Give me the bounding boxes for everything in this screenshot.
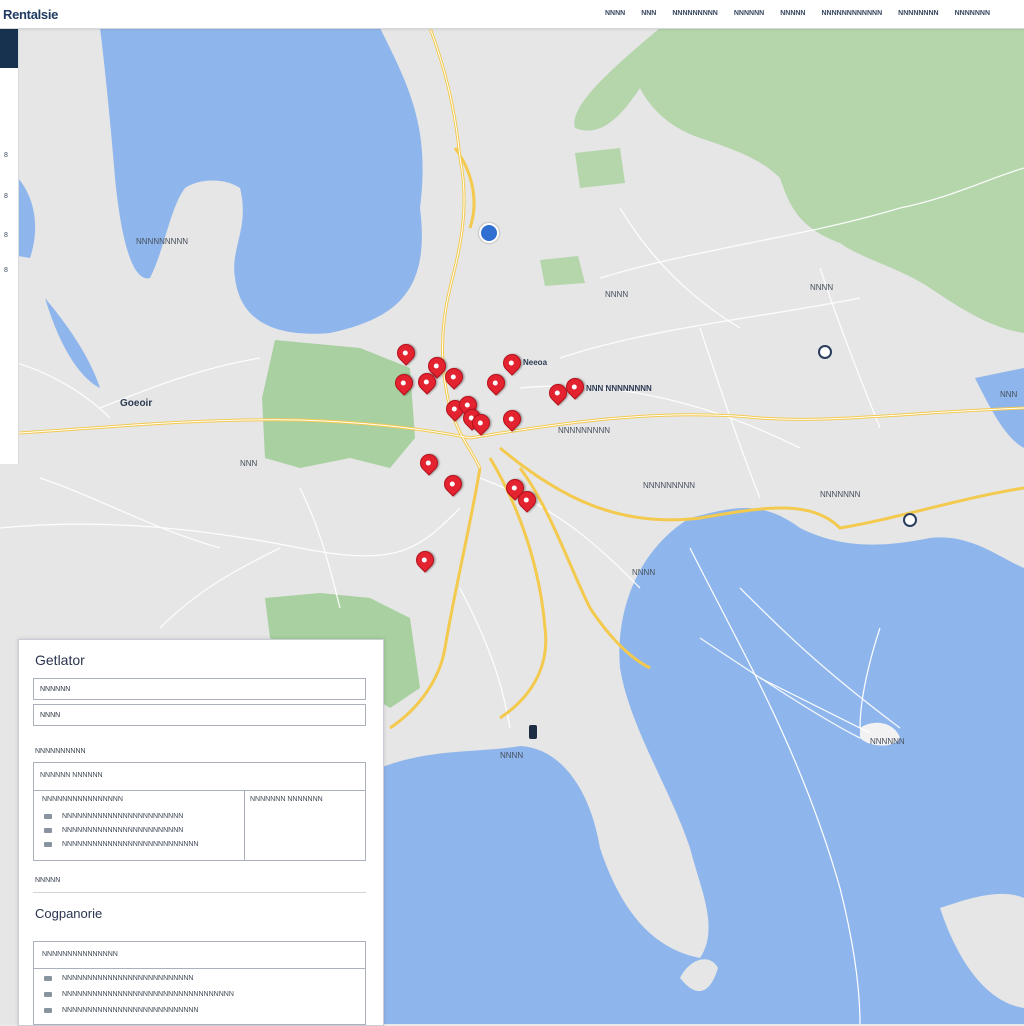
filter-input-2[interactable] (33, 704, 366, 726)
filter-panel: Getlator NNNNNN NNNN NNNNNN NNNN NN NNNN NN… (18, 639, 384, 1026)
filter-input-1[interactable] (33, 678, 366, 700)
box-divider (34, 790, 365, 791)
top-nav: NNNN NNN NNNNNNNNN NNNNNN NNNNN NNNNNNNN… (605, 10, 990, 17)
nav-item[interactable]: NNNNNNN (955, 10, 990, 17)
sidebar-tick[interactable]: 8 (4, 193, 8, 200)
list-item[interactable]: NNNNNNNNNNNNNNNNNNNNNNNN (44, 827, 183, 834)
list-icon (44, 991, 52, 997)
nav-item[interactable]: NNNNNNNN (898, 10, 938, 17)
left-sidebar: 8 8 8 8 (0, 28, 19, 464)
list-icon (44, 813, 52, 819)
section-label: NNNNN (35, 877, 61, 884)
list-item[interactable]: NNNNNNNNNNNNNNNNNNNNNNNNNNN (44, 841, 199, 848)
sidebar-header (0, 28, 18, 68)
map-label-center-a: Neeoa (523, 358, 548, 367)
map-label-west-small: NNN (240, 459, 258, 468)
map-label-east-coast: NNNNNNN (820, 490, 861, 499)
map-label-east: NNNN (810, 283, 834, 292)
panel-title: Getlator (35, 652, 85, 668)
nav-item[interactable]: NNNN (605, 10, 625, 17)
poi-marker[interactable] (529, 725, 537, 739)
sidebar-tick[interactable]: 8 (4, 232, 8, 239)
box-divider (34, 968, 365, 969)
list-icon (44, 827, 52, 833)
location-marker-blue[interactable] (479, 223, 499, 243)
divider (33, 892, 366, 893)
nav-item[interactable]: NNNNNNNNNNNN (821, 10, 882, 17)
section-title: Cogpanorie (35, 906, 103, 921)
app-logo[interactable]: Rentalsie (3, 7, 58, 22)
section-label: NNNNNNNNNN (35, 748, 86, 755)
list-item[interactable]: NNNNNNNNNNNNNNNNNNNNNNNNNN (44, 975, 193, 982)
map-label-far-east: NNN (1000, 390, 1018, 399)
poi-marker[interactable] (818, 345, 832, 359)
map-label-island: NNNNNN (870, 737, 905, 746)
top-bar: Rentalsie NNNN NNN NNNNNNNNN NNNNNN NNNN… (0, 0, 1024, 29)
box-col-left-header: NNNNNNNNNNNNNNNN (42, 796, 123, 803)
map-label-south-port: NNNN (632, 568, 656, 577)
box-column-divider (244, 790, 245, 861)
poi-marker[interactable] (903, 513, 917, 527)
map-label-west-town: Goeoir (120, 398, 153, 409)
map-label-center-b: NNN NNNNNNNN (586, 384, 652, 393)
sidebar-tick[interactable]: 8 (4, 152, 8, 159)
list-icon (44, 841, 52, 847)
list-item[interactable]: NNNNNNNNNNNNNNNNNNNNNNNNNNN (44, 1007, 199, 1014)
nav-item[interactable]: NNN (641, 10, 656, 17)
list-icon (44, 1007, 52, 1013)
map-label-center-c: NNNNNNNNN (558, 426, 610, 435)
options-box: NNNNNN NNNNNN NNNNNNNNNNNNNNNN NNNNNNN N… (33, 762, 366, 861)
map-label-center-d: NNNNNNNNN (643, 481, 695, 490)
nav-item[interactable]: NNNNNN (734, 10, 764, 17)
sidebar-tick[interactable]: 8 (4, 267, 8, 274)
list-icon (44, 975, 52, 981)
map-label-south: NNNN (500, 751, 524, 760)
map-label-north-center: NNNN (605, 290, 629, 299)
map-label-north-lake: NNNNNNNNN (136, 237, 188, 246)
box-col-right-header: NNNNNNN NNNNNNN (250, 796, 323, 803)
list-item[interactable]: NNNNNNNNNNNNNNNNNNNNNNNNNNNNNNNNNN (44, 991, 234, 998)
box-header: NNNNNN NNNNNN (40, 772, 103, 779)
list-item[interactable]: NNNNNNNNNNNNNNNNNNNNNNNN (44, 813, 183, 820)
nav-item[interactable]: NNNNNNNNN (672, 10, 718, 17)
nav-item[interactable]: NNNNN (780, 10, 805, 17)
categories-box: NNNNNNNNNNNNNNN NNNNNNNNNNNNNNNNNNNNNNNN… (33, 941, 366, 1025)
box-header: NNNNNNNNNNNNNNN (42, 951, 118, 958)
